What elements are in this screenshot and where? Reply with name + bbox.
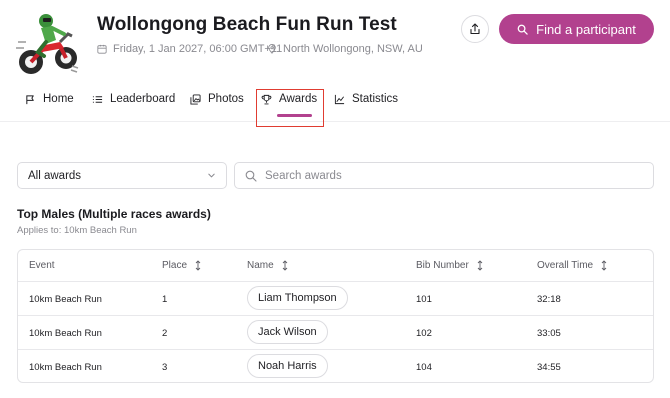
search-icon <box>517 24 528 35</box>
tab-home[interactable]: Home <box>25 93 74 105</box>
chart-icon <box>334 94 345 104</box>
event-logo <box>16 12 80 78</box>
cell-overall-time: 32:18 <box>537 294 561 305</box>
sort-icon <box>195 260 201 271</box>
column-header-event: Event <box>29 260 55 271</box>
award-applies-to: Applies to: 10km Beach Run <box>17 225 137 236</box>
cell-event: 10km Beach Run <box>29 294 102 305</box>
column-header-place[interactable]: Place <box>162 260 201 271</box>
share-button[interactable] <box>461 15 489 43</box>
location-pin-icon <box>268 44 276 54</box>
list-icon <box>92 95 103 103</box>
award-section-title: Top Males (Multiple races awards) <box>17 207 211 221</box>
tab-home-label: Home <box>43 93 74 105</box>
event-tabs: Home Leaderboard Photos Awards Statistic… <box>0 88 670 122</box>
awards-table: Event Place Name Bib Number Overall Time <box>17 249 654 383</box>
cell-place: 2 <box>162 328 168 339</box>
search-icon <box>245 170 257 182</box>
find-participant-label: Find a participant <box>536 21 636 37</box>
flag-icon <box>26 94 34 104</box>
table-header: Event Place Name Bib Number Overall Time <box>18 250 653 282</box>
chevron-down-icon <box>208 173 215 178</box>
cell-event: 10km Beach Run <box>29 362 102 373</box>
motocross-rider-logo-icon <box>16 14 79 74</box>
cell-bib-number: 104 <box>416 362 432 373</box>
cell-bib-number: 102 <box>416 328 432 339</box>
awards-select-value: All awards <box>28 169 82 182</box>
tab-statistics[interactable]: Statistics <box>334 93 398 105</box>
event-date: Friday, 1 Jan 2027, 06:00 GMT+11 <box>97 43 282 55</box>
calendar-icon <box>97 44 107 54</box>
awards-select[interactable]: All awards <box>17 162 227 189</box>
column-header-name[interactable]: Name <box>247 260 288 271</box>
search-awards-box <box>234 162 654 189</box>
cell-overall-time: 34:55 <box>537 362 561 373</box>
find-participant-button[interactable]: Find a participant <box>499 14 654 44</box>
cell-place: 3 <box>162 362 168 373</box>
table-row: 10km Beach Run 2 Jack Wilson 102 33:05 <box>18 316 653 350</box>
search-awards-input[interactable] <box>265 169 625 182</box>
cell-bib-number: 101 <box>416 294 432 305</box>
tab-photos[interactable]: Photos <box>190 93 244 105</box>
table-row: 10km Beach Run 1 Liam Thompson 101 32:18 <box>18 282 653 316</box>
participant-name-chip[interactable]: Noah Harris <box>247 354 328 378</box>
cell-event: 10km Beach Run <box>29 328 102 339</box>
tab-statistics-label: Statistics <box>352 93 399 105</box>
tab-leaderboard-label: Leaderboard <box>110 93 176 105</box>
table-row: 10km Beach Run 3 Noah Harris 104 34:55 <box>18 350 653 382</box>
awards-tab-highlight-box <box>256 89 324 127</box>
tab-photos-label: Photos <box>208 93 244 105</box>
column-header-overall-time[interactable]: Overall Time <box>537 260 607 271</box>
event-title: Wollongong Beach Fun Run Test <box>97 14 397 35</box>
sort-icon <box>282 260 288 271</box>
column-header-bib-number[interactable]: Bib Number <box>416 260 483 271</box>
sort-icon <box>477 260 483 271</box>
cell-place: 1 <box>162 294 168 305</box>
tab-leaderboard[interactable]: Leaderboard <box>92 93 175 105</box>
event-location: North Wollongong, NSW, AU <box>267 43 423 55</box>
photos-icon <box>190 93 201 105</box>
event-date-text: Friday, 1 Jan 2027, 06:00 GMT+11 <box>113 43 283 55</box>
cell-overall-time: 33:05 <box>537 328 561 339</box>
sort-icon <box>601 260 607 271</box>
event-location-text: North Wollongong, NSW, AU <box>283 43 423 55</box>
participant-name-chip[interactable]: Jack Wilson <box>247 320 328 344</box>
share-icon <box>470 23 480 35</box>
participant-name-chip[interactable]: Liam Thompson <box>247 286 348 310</box>
